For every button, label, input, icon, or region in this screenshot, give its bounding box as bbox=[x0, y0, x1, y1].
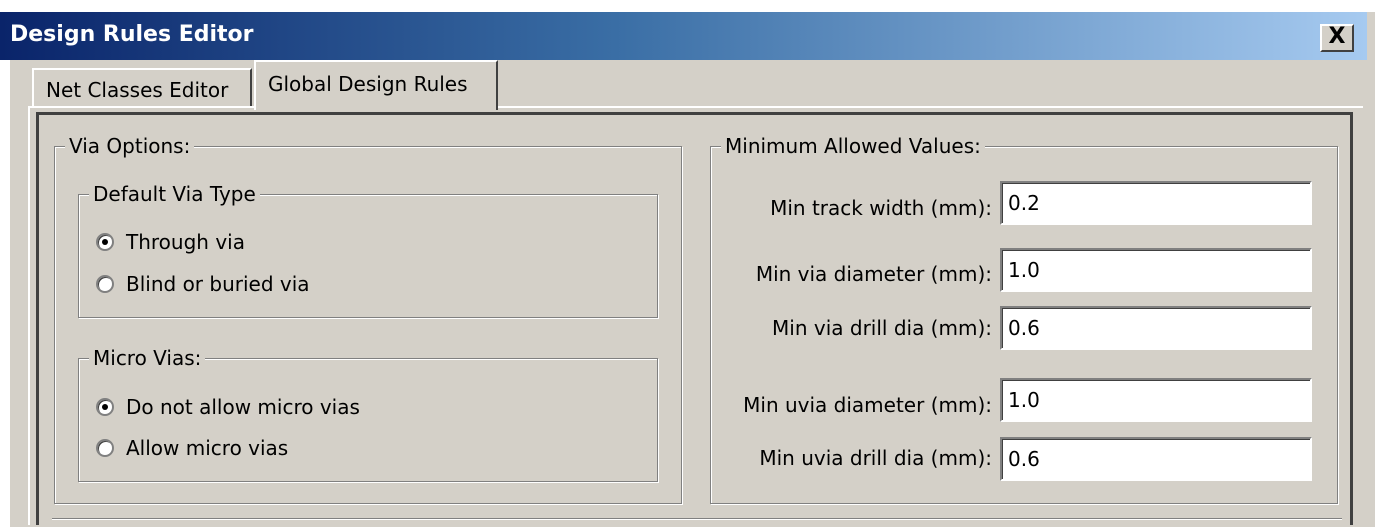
min-via-drill-label: Min via drill dia (mm): bbox=[772, 316, 992, 340]
default-via-type-legend: Default Via Type bbox=[89, 181, 260, 207]
tab-label: Global Design Rules bbox=[268, 72, 468, 96]
minimum-values-legend: Minimum Allowed Values: bbox=[721, 133, 985, 159]
radio-button-checked[interactable] bbox=[96, 233, 114, 251]
divider bbox=[52, 518, 1342, 519]
min-uvia-diameter-label: Min uvia diameter (mm): bbox=[743, 393, 992, 417]
window-title: Design Rules Editor bbox=[10, 22, 254, 47]
min-track-width-label: Min track width (mm): bbox=[770, 196, 992, 220]
close-icon: X bbox=[1328, 24, 1346, 49]
tab-label: Net Classes Editor bbox=[46, 78, 229, 102]
allow-micro-vias-label: Allow micro vias bbox=[126, 436, 289, 460]
micro-vias-group: Micro Vias: bbox=[78, 345, 658, 482]
radio-button-checked[interactable] bbox=[96, 398, 114, 416]
radio-button[interactable] bbox=[96, 439, 114, 457]
close-button[interactable]: X bbox=[1320, 24, 1354, 52]
micro-vias-legend: Micro Vias: bbox=[89, 345, 206, 371]
min-track-width-input[interactable]: 0.2 bbox=[1000, 181, 1312, 225]
min-uvia-diameter-input[interactable]: 1.0 bbox=[1000, 378, 1312, 422]
tab-global-design-rules[interactable]: Global Design Rules bbox=[254, 60, 498, 110]
radio-button[interactable] bbox=[96, 275, 114, 293]
title-bar: Design Rules Editor X bbox=[0, 12, 1367, 60]
via-options-legend: Via Options: bbox=[65, 133, 195, 159]
through-via-label: Through via bbox=[126, 230, 245, 254]
min-via-diameter-label: Min via diameter (mm): bbox=[755, 262, 992, 286]
no-micro-vias-label: Do not allow micro vias bbox=[126, 395, 360, 419]
tab-net-classes-editor[interactable]: Net Classes Editor bbox=[32, 68, 252, 108]
min-uvia-drill-label: Min uvia drill dia (mm): bbox=[759, 446, 992, 470]
min-via-diameter-input[interactable]: 1.0 bbox=[1000, 248, 1312, 292]
blind-buried-via-label: Blind or buried via bbox=[126, 272, 310, 296]
default-via-type-group: Default Via Type bbox=[78, 181, 658, 318]
min-uvia-drill-input[interactable]: 0.6 bbox=[1000, 437, 1312, 481]
min-via-drill-input[interactable]: 0.6 bbox=[1000, 306, 1312, 350]
